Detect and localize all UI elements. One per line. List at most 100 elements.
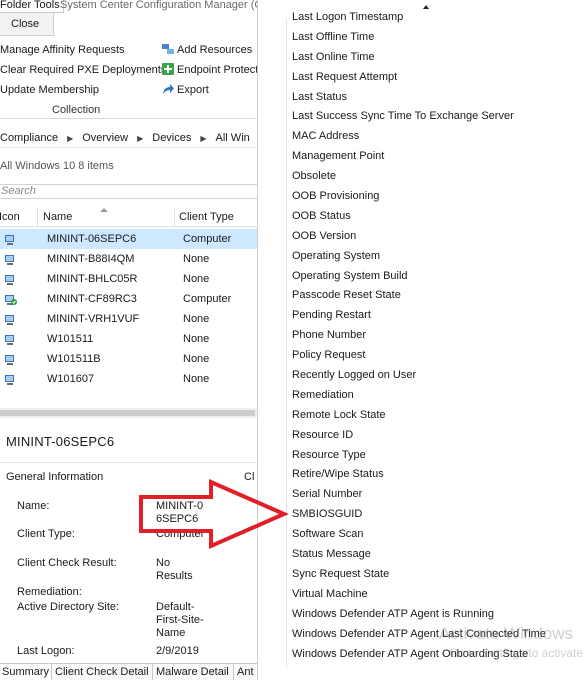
table-row[interactable]: W101607 None: [0, 369, 262, 389]
manage-affinity-requests-button[interactable]: Manage Affinity Requests: [0, 43, 125, 57]
menu-item[interactable]: Operating System Build: [292, 267, 582, 287]
menu-item[interactable]: OOB Status: [292, 207, 582, 227]
menu-item[interactable]: Management Point: [292, 147, 582, 167]
export-button[interactable]: Export: [162, 83, 209, 97]
table-row[interactable]: MININT-B88I4QM None: [0, 249, 262, 269]
device-name-cell: MININT-B88I4QM: [47, 253, 135, 265]
remediation-label: Remediation:: [17, 586, 82, 598]
breadcrumb: Compliance ▶ Overview ▶ Devices ▶ All Win: [0, 128, 262, 148]
add-resources-label: Add Resources: [177, 44, 253, 56]
menu-item[interactable]: Policy Request: [292, 346, 582, 366]
scrollbar-thumb[interactable]: [0, 410, 255, 416]
menu-item[interactable]: Remediation: [292, 386, 582, 406]
menu-item[interactable]: Last Request Attempt: [292, 68, 582, 88]
menu-item[interactable]: Last Logon Timestamp: [292, 8, 582, 28]
update-membership-label: Update Membership: [0, 84, 100, 96]
menu-item[interactable]: MAC Address: [292, 127, 582, 147]
tab-malware-detail[interactable]: Malware Detail: [154, 664, 234, 680]
breadcrumb-item-compliance[interactable]: Compliance: [0, 128, 58, 148]
device-name-cell: MININT-VRH1VUF: [47, 313, 140, 325]
last-logon-label: Last Logon:: [17, 645, 75, 657]
client-type-cell: None: [183, 273, 210, 285]
endpoint-protection-label: Endpoint Protect: [177, 64, 259, 76]
computer-icon: [4, 353, 17, 365]
menu-item[interactable]: OOB Version: [292, 227, 582, 247]
column-header-icon[interactable]: Icon: [0, 207, 38, 227]
horizontal-scrollbar[interactable]: [0, 408, 262, 418]
client-type-cell: None: [183, 253, 210, 265]
table-row[interactable]: MININT-CF89RC3 Computer: [0, 289, 262, 309]
client-type-value: Computer: [156, 528, 205, 540]
client-check-result-label: Client Check Result:: [17, 557, 117, 569]
breadcrumb-item-overview[interactable]: Overview: [82, 128, 128, 148]
detail-tabs: Summary Client Check Detail Malware Deta…: [0, 663, 262, 680]
computer-check-icon: [4, 293, 17, 305]
column-header-row: Icon Name Client Type: [0, 207, 262, 227]
menu-item[interactable]: Obsolete: [292, 167, 582, 187]
search-input[interactable]: Search: [0, 184, 262, 199]
endpoint-protection-button[interactable]: Endpoint Protect: [162, 63, 258, 77]
menu-item[interactable]: OOB Provisioning: [292, 187, 582, 207]
add-resources-button[interactable]: Add Resources: [162, 43, 252, 57]
menu-item[interactable]: Operating System: [292, 247, 582, 267]
device-list: MININT-06SEPC6 Computer MININT-B88I4QM None…: [0, 229, 262, 389]
menu-gutter-divider: [286, 18, 287, 668]
name-field-value: MININT-06SEPC6: [156, 500, 204, 525]
table-row[interactable]: W101511 None: [0, 329, 262, 349]
column-header-client-type[interactable]: Client Type: [176, 207, 262, 227]
menu-item[interactable]: Pending Restart: [292, 306, 582, 326]
menu-item[interactable]: Recently Logged on User: [292, 366, 582, 386]
menu-item[interactable]: Resource Type: [292, 446, 582, 466]
client-type-cell: Computer: [183, 293, 232, 305]
menu-item[interactable]: Passcode Reset State: [292, 286, 582, 306]
tab-summary[interactable]: Summary: [0, 664, 52, 680]
column-chooser-menu: Last Logon Timestamp Last Offline Time Las…: [257, 0, 587, 680]
device-name-cell: MININT-CF89RC3: [47, 293, 137, 305]
clear-pxe-deployments-button[interactable]: Clear Required PXE Deployments: [0, 63, 166, 77]
menu-item[interactable]: Last Status: [292, 88, 582, 108]
ad-site-label: Active Directory Site:: [17, 601, 120, 613]
close-button[interactable]: Close: [0, 13, 54, 36]
menu-item[interactable]: Virtual Machine: [292, 585, 582, 605]
general-information-heading: General Information: [6, 471, 104, 483]
table-row[interactable]: MININT-BHLC05R None: [0, 269, 262, 289]
menu-item[interactable]: Last Success Sync Time To Exchange Serve…: [292, 107, 582, 127]
menu-item[interactable]: Last Offline Time: [292, 28, 582, 48]
menu-item[interactable]: Software Scan: [292, 525, 582, 545]
menu-item[interactable]: Last Online Time: [292, 48, 582, 68]
menu-item[interactable]: SMBIOSGUID: [292, 505, 582, 525]
device-name-cell: MININT-BHLC05R: [47, 273, 138, 285]
table-row[interactable]: MININT-06SEPC6 Computer: [0, 229, 262, 249]
breadcrumb-item-devices[interactable]: Devices: [152, 128, 191, 148]
client-type-cell: None: [183, 313, 210, 325]
menu-item[interactable]: Phone Number: [292, 326, 582, 346]
table-row[interactable]: MININT-VRH1VUF None: [0, 309, 262, 329]
menu-item[interactable]: Retire/Wipe Status: [292, 465, 582, 485]
menu-item[interactable]: Status Message: [292, 545, 582, 565]
client-type-cell: None: [183, 333, 210, 345]
table-row[interactable]: W101511B None: [0, 349, 262, 369]
computer-icon: [4, 313, 17, 325]
breadcrumb-separator-icon: ▶: [200, 134, 207, 143]
menu-item[interactable]: Windows Defender ATP Agent is Running: [292, 605, 582, 625]
breadcrumb-item-all-windows[interactable]: All Win: [216, 128, 250, 148]
name-field-label: Name:: [17, 500, 50, 512]
menu-item[interactable]: Serial Number: [292, 485, 582, 505]
manage-affinity-requests-label: Manage Affinity Requests: [0, 44, 125, 56]
menu-item[interactable]: Sync Request State: [292, 565, 582, 585]
client-type-cell: Computer: [183, 233, 232, 245]
ribbon: Folder Tools System Center Configuration…: [0, 0, 262, 119]
folder-tools-tab[interactable]: Folder Tools: [0, 0, 64, 13]
breadcrumb-separator-icon: ▶: [67, 134, 74, 143]
menu-item[interactable]: Resource ID: [292, 426, 582, 446]
computer-icon: [4, 253, 17, 265]
detail-pane-title: MININT-06SEPC6: [6, 434, 115, 449]
device-name-cell: W101511: [47, 333, 94, 345]
ad-site-value: Default-First-Site-Name: [156, 601, 204, 639]
menu-item-list: Last Logon Timestamp Last Offline Time Las…: [292, 8, 582, 664]
update-membership-button[interactable]: Update Membership: [0, 83, 99, 97]
tab-client-check-detail[interactable]: Client Check Detail: [53, 664, 153, 680]
activation-watermark-subtext: Go to Settings to activate: [448, 646, 583, 660]
ribbon-group-label: Collection: [52, 104, 101, 116]
menu-item[interactable]: Remote Lock State: [292, 406, 582, 426]
